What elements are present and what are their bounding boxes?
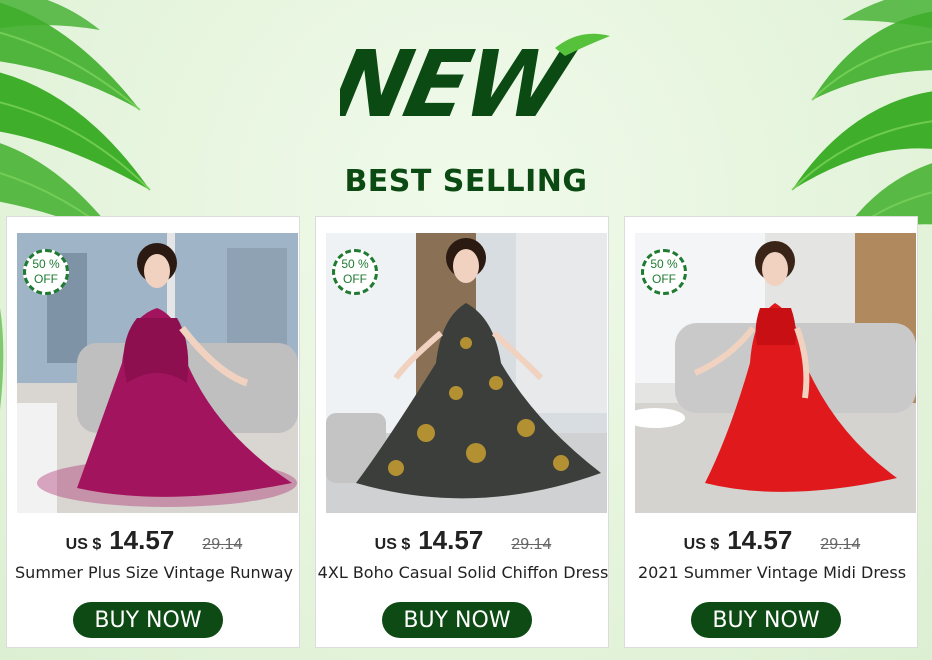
headline-text: NEW [340,31,583,138]
buy-now-button[interactable]: BUY NOW [73,602,223,638]
discount-badge: 50 % OFF [641,249,687,295]
original-price: 29.14 [511,536,552,553]
currency-label: US $ [374,536,411,553]
product-photo[interactable]: 50 % OFF [17,233,298,513]
sale-price: 14.57 [418,525,484,555]
discount-percent: 50 % [650,257,678,271]
product-title[interactable]: 4XL Boho Casual Solid Chiffon Dress [316,563,610,582]
product-photo[interactable]: 50 % OFF [326,233,607,513]
promo-banner: NEW BEST SELLING 50 % OFF US $ 14.57 29.… [0,0,932,660]
best-selling-heading: BEST SELLING [344,164,588,199]
product-card[interactable]: 50 % OFF US $ 14.57 29.14 2021 Summer Vi… [624,216,918,648]
price-row: US $ 14.57 29.14 [625,525,919,556]
buy-now-button[interactable]: BUY NOW [382,602,532,638]
original-price: 29.14 [820,536,861,553]
currency-label: US $ [683,536,720,553]
sale-price: 14.57 [727,525,793,555]
discount-off-label: OFF [343,272,367,286]
sale-price: 14.57 [109,525,175,555]
currency-label: US $ [65,536,102,553]
price-row: US $ 14.57 29.14 [316,525,610,556]
product-photo[interactable]: 50 % OFF [635,233,916,513]
discount-percent: 50 % [341,257,369,271]
discount-off-label: OFF [34,272,58,286]
discount-off-label: OFF [652,272,676,286]
product-title[interactable]: Summer Plus Size Vintage Runway [7,563,301,582]
product-card[interactable]: 50 % OFF US $ 14.57 29.14 4XL Boho Casua… [315,216,609,648]
discount-percent: 50 % [32,257,60,271]
product-title[interactable]: 2021 Summer Vintage Midi Dress [625,563,919,582]
price-row: US $ 14.57 29.14 [7,525,301,556]
discount-badge: 50 % OFF [23,249,69,295]
new-headline: NEW [323,18,662,148]
original-price: 29.14 [202,536,243,553]
product-card[interactable]: 50 % OFF US $ 14.57 29.14 Summer Plus Si… [6,216,300,648]
buy-now-button[interactable]: BUY NOW [691,602,841,638]
discount-badge: 50 % OFF [332,249,378,295]
